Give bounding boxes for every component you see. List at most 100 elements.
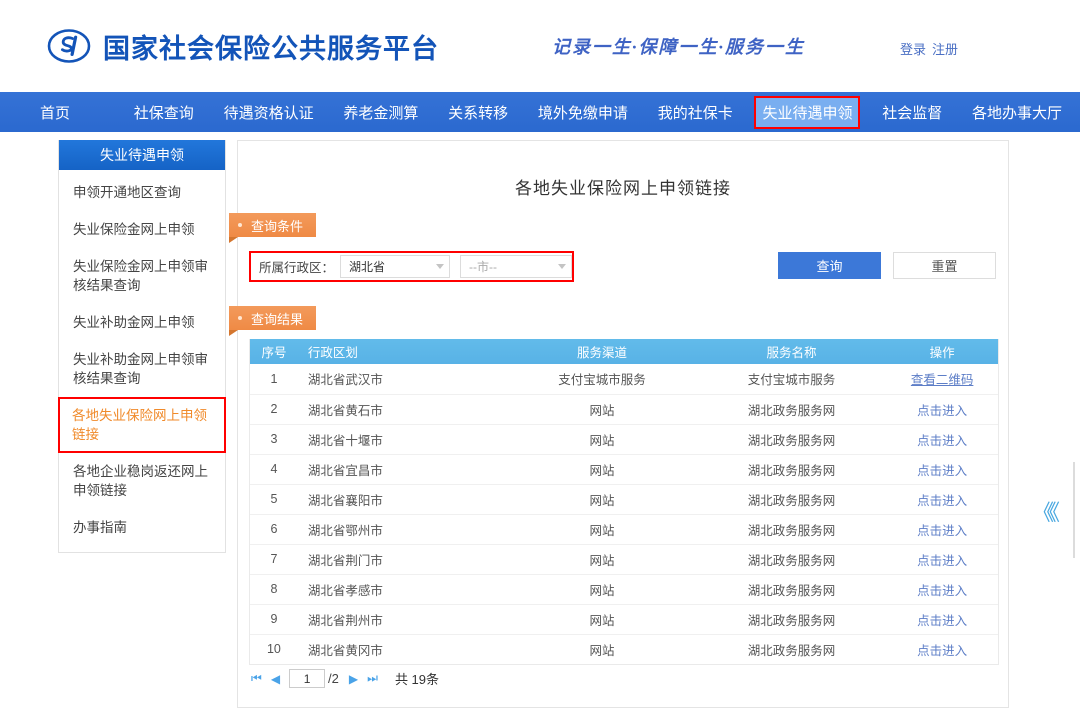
results-table-wrapper: 序号 行政区划 服务渠道 服务名称 操作 1 湖北省武汉市 支付宝城市服务 支付: [249, 339, 999, 665]
table-header-row: 序号 行政区划 服务渠道 服务名称 操作: [250, 339, 998, 364]
first-page-icon[interactable]: ⏮: [251, 671, 262, 686]
cell-service: 湖北政务服务网: [697, 394, 886, 424]
sidebar-item-insurance-audit-result[interactable]: 失业保险金网上申领审核结果查询: [59, 248, 225, 304]
page-number-input[interactable]: [289, 669, 325, 688]
cell-service: 湖北政务服务网: [697, 574, 886, 604]
section-tab-results-label: 查询结果: [251, 309, 303, 328]
cell-index: 9: [250, 604, 298, 634]
page-root: 国家社会保险公共服务平台 记录一生·保障一生·服务一生 登录注册 首页 社保查询…: [0, 0, 1080, 716]
cell-channel: 网站: [507, 484, 696, 514]
cell-index: 5: [250, 484, 298, 514]
col-index: 序号: [250, 339, 298, 364]
sidebar-item-local-apply-links[interactable]: 各地失业保险网上申领链接: [58, 397, 226, 453]
cell-action: 点击进入: [886, 604, 998, 634]
sidebar-item-insurance-online-apply[interactable]: 失业保险金网上申领: [59, 211, 225, 248]
cell-index: 4: [250, 454, 298, 484]
table-row: 1 湖北省武汉市 支付宝城市服务 支付宝城市服务 查看二维码: [250, 364, 998, 394]
table-row: 4 湖北省宜昌市 网站 湖北政务服务网 点击进入: [250, 454, 998, 484]
total-count-label: 共 19条: [395, 669, 439, 688]
nav-item-relation-transfer[interactable]: 关系转移: [442, 98, 514, 127]
bullet-icon: [238, 316, 242, 320]
sidebar-item-enterprise-refund-links[interactable]: 各地企业稳岗返还网上申领链接: [59, 453, 225, 509]
cell-channel: 网站: [507, 454, 696, 484]
col-area: 行政区划: [298, 339, 507, 364]
enter-link[interactable]: 点击进入: [917, 494, 967, 508]
enter-link[interactable]: 点击进入: [917, 464, 967, 478]
sidebar-list: 申领开通地区查询 失业保险金网上申领 失业保险金网上申领审核结果查询 失业补助金…: [59, 170, 225, 552]
bullet-icon: [238, 223, 242, 227]
cell-action: 点击进入: [886, 454, 998, 484]
city-select[interactable]: --市--: [460, 255, 572, 278]
results-table: 序号 行政区划 服务渠道 服务名称 操作 1 湖北省武汉市 支付宝城市服务 支付: [250, 339, 998, 664]
city-select-value: --市--: [469, 258, 497, 275]
sidebar-item-open-region-query[interactable]: 申领开通地区查询: [59, 174, 225, 211]
cell-service: 湖北政务服务网: [697, 634, 886, 664]
nav-item-social-supervision[interactable]: 社会监督: [876, 98, 948, 127]
nav-item-benefit-certification[interactable]: 待遇资格认证: [218, 98, 320, 127]
cell-service: 湖北政务服务网: [697, 484, 886, 514]
enter-link[interactable]: 点击进入: [917, 554, 967, 568]
nav-item-overseas-exemption[interactable]: 境外免缴申请: [532, 98, 634, 127]
si-logo-icon: [47, 24, 91, 68]
nav-item-pension-calc[interactable]: 养老金测算: [337, 98, 424, 127]
sidebar-item-subsidy-online-apply[interactable]: 失业补助金网上申领: [59, 304, 225, 341]
enter-link[interactable]: 点击进入: [917, 404, 967, 418]
sidebar-item-guide[interactable]: 办事指南: [59, 509, 225, 546]
table-row: 7 湖北省荆门市 网站 湖北政务服务网 点击进入: [250, 544, 998, 574]
nav-item-home[interactable]: 首页: [34, 98, 76, 127]
table-row: 3 湖北省十堰市 网站 湖北政务服务网 点击进入: [250, 424, 998, 454]
chevron-down-icon: [558, 264, 566, 269]
cell-service: 支付宝城市服务: [697, 364, 886, 394]
table-row: 2 湖北省黄石市 网站 湖北政务服务网 点击进入: [250, 394, 998, 424]
total-pages-label: /2: [328, 671, 339, 686]
col-channel: 服务渠道: [507, 339, 696, 364]
site-logo[interactable]: 国家社会保险公共服务平台: [47, 24, 439, 68]
filter-highlight-box: 所属行政区： 湖北省 --市--: [249, 251, 574, 282]
col-action: 操作: [886, 339, 998, 364]
cell-area: 湖北省荆门市: [298, 544, 507, 574]
nav-item-local-halls[interactable]: 各地办事大厅: [966, 98, 1068, 127]
enter-link[interactable]: 点击进入: [917, 614, 967, 628]
cell-action: 点击进入: [886, 424, 998, 454]
site-title: 国家社会保险公共服务平台: [103, 27, 439, 66]
register-link[interactable]: 注册: [932, 42, 958, 57]
results-table-head: 序号 行政区划 服务渠道 服务名称 操作: [250, 339, 998, 364]
next-page-icon[interactable]: ▶: [349, 672, 358, 686]
last-page-icon[interactable]: ⏭: [367, 671, 378, 686]
login-link[interactable]: 登录: [900, 42, 926, 57]
nav-item-social-query[interactable]: 社保查询: [128, 98, 200, 127]
enter-link[interactable]: 点击进入: [917, 524, 967, 538]
main-nav-inner: 首页 社保查询 待遇资格认证 养老金测算 关系转移 境外免缴申请 我的社保卡 失…: [0, 98, 1080, 127]
sidebar-item-subsidy-audit-result[interactable]: 失业补助金网上申领审核结果查询: [59, 341, 225, 397]
enter-link[interactable]: 点击进入: [917, 584, 967, 598]
cell-action: 点击进入: [886, 394, 998, 424]
cell-area: 湖北省黄冈市: [298, 634, 507, 664]
enter-link[interactable]: 点击进入: [917, 434, 967, 448]
right-edge-divider: [1073, 462, 1075, 558]
province-select-value: 湖北省: [349, 258, 385, 275]
chevron-down-icon: [436, 264, 444, 269]
filter-label: 所属行政区：: [259, 257, 334, 276]
table-row: 6 湖北省鄂州市 网站 湖北政务服务网 点击进入: [250, 514, 998, 544]
cell-channel: 网站: [507, 634, 696, 664]
view-qrcode-link[interactable]: 查看二维码: [911, 373, 974, 387]
nav-item-my-card[interactable]: 我的社保卡: [652, 98, 739, 127]
cell-service: 湖北政务服务网: [697, 454, 886, 484]
cell-area: 湖北省孝感市: [298, 574, 507, 604]
body-area: 失业待遇申领 申领开通地区查询 失业保险金网上申领 失业保险金网上申领审核结果查…: [0, 132, 1080, 716]
site-header: 国家社会保险公共服务平台 记录一生·保障一生·服务一生 登录注册: [0, 0, 1080, 92]
province-select[interactable]: 湖北省: [340, 255, 450, 278]
query-button[interactable]: 查询: [778, 252, 881, 279]
collapse-chevrons-icon[interactable]: 《《: [1032, 495, 1055, 527]
enter-link[interactable]: 点击进入: [917, 644, 967, 658]
cell-index: 10: [250, 634, 298, 664]
prev-page-icon[interactable]: ◀: [271, 672, 280, 686]
reset-button[interactable]: 重置: [893, 252, 996, 279]
cell-area: 湖北省武汉市: [298, 364, 507, 394]
filter-row: 所属行政区： 湖北省 --市-- 查询 重置: [238, 251, 1008, 285]
sidebar: 失业待遇申领 申领开通地区查询 失业保险金网上申领 失业保险金网上申领审核结果查…: [58, 140, 226, 553]
nav-item-unemployment-benefit[interactable]: 失业待遇申领: [756, 98, 858, 127]
cell-area: 湖北省荆州市: [298, 604, 507, 634]
cell-channel: 网站: [507, 574, 696, 604]
cell-action: 点击进入: [886, 484, 998, 514]
